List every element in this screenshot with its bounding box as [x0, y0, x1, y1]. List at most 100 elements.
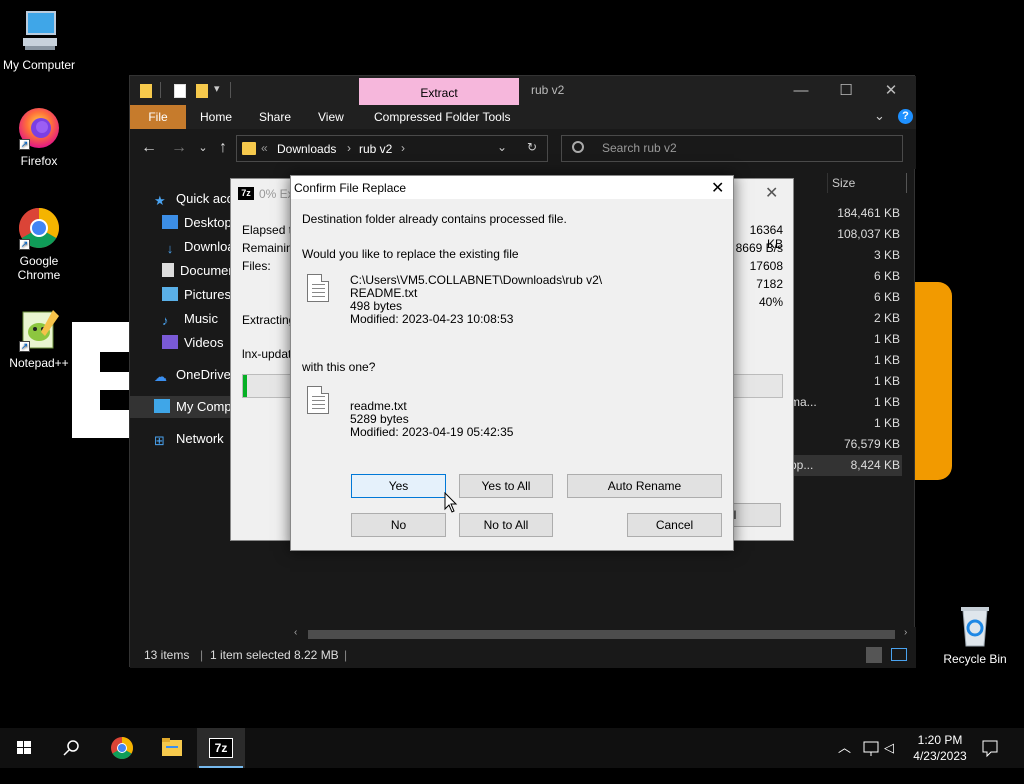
tab-view[interactable]: View	[308, 105, 354, 129]
column-header-label: Size	[832, 176, 856, 190]
existing-file-modified: Modified: 2023-04-23 10:08:53	[350, 312, 514, 326]
tab-share[interactable]: Share	[249, 105, 301, 129]
breadcrumb-downloads[interactable]: Downloads	[277, 142, 336, 156]
files-label: Files:	[242, 259, 271, 273]
dialog-close-button[interactable]: ✕	[711, 178, 724, 198]
desktop-icon-firefox[interactable]: ↗ Firefox	[1, 104, 77, 168]
incoming-file-modified: Modified: 2023-04-19 05:42:35	[350, 425, 514, 439]
new-folder-icon[interactable]	[196, 84, 208, 98]
folder-icon	[242, 142, 256, 155]
forward-button[interactable]: →	[168, 137, 190, 159]
refresh-icon[interactable]: ↻	[527, 140, 537, 154]
cancel-button[interactable]: Cancel	[627, 513, 722, 537]
taskbar: 7z ︿ ◁ 1:20 PM 4/23/2023	[0, 728, 1024, 768]
no-button[interactable]: No	[351, 513, 446, 537]
chrome-icon	[111, 737, 133, 759]
chrome-icon: ↗	[15, 204, 63, 252]
navigation-bar: ← → ⌄ ↑ « Downloads › rub v2 › ⌄ ↻ Searc…	[130, 129, 916, 169]
shortcut-arrow-icon: ↗	[19, 139, 30, 150]
start-button[interactable]	[0, 728, 48, 768]
folder-icon	[162, 738, 182, 756]
back-button[interactable]: ←	[138, 137, 160, 159]
breadcrumb-overflow-icon[interactable]: «	[261, 141, 268, 155]
taskbar-7zip[interactable]: 7z	[197, 728, 245, 768]
desktop-icon-my-computer[interactable]: My Computer	[1, 8, 77, 72]
network-icon[interactable]	[862, 728, 880, 768]
scroll-right-icon[interactable]: ›	[904, 627, 907, 638]
progress-close-button[interactable]: ✕	[765, 183, 778, 203]
clock[interactable]: 1:20 PM 4/23/2023	[906, 728, 974, 768]
address-bar[interactable]: « Downloads › rub v2 › ⌄ ↻	[236, 135, 548, 162]
minimize-button[interactable]: —	[778, 76, 824, 105]
address-dropdown-icon[interactable]: ⌄	[497, 140, 507, 154]
nav-label: Network	[176, 431, 224, 446]
window-title: rub v2	[531, 83, 565, 97]
button-label: l	[733, 508, 737, 522]
large-icons-view-icon[interactable]	[891, 648, 907, 661]
nav-label: Videos	[184, 335, 224, 350]
shortcut-arrow-icon: ↗	[19, 341, 30, 352]
desktop: My Computer ↗ Firefox ↗ Google Chrome ↗ …	[0, 0, 1024, 728]
clock-date: 4/23/2023	[913, 749, 967, 763]
desktop-icon-label: Firefox	[20, 154, 58, 168]
tab-extract-context[interactable]: Extract	[359, 78, 519, 105]
confirm-file-replace-dialog: Confirm File Replace ✕ Destination folde…	[290, 175, 734, 551]
notifications-icon[interactable]	[980, 728, 1004, 768]
tab-compressed-folder-tools[interactable]: Compressed Folder Tools	[364, 105, 521, 129]
volume-icon[interactable]: ◁	[884, 728, 894, 768]
explorer-titlebar[interactable]: ▾ Extract rub v2 — ☐ ✕	[130, 76, 916, 105]
file-size: 8,424 KB	[850, 458, 900, 472]
auto-rename-button[interactable]: Auto Rename	[567, 474, 722, 498]
file-size: 108,037 KB	[837, 227, 900, 241]
file-size: 1 KB	[873, 395, 900, 409]
details-view-icon[interactable]	[866, 647, 882, 663]
yes-to-all-button[interactable]: Yes to All	[459, 474, 553, 498]
status-item-count: 13 items	[144, 648, 190, 662]
status-selected: 1 item selected	[210, 648, 291, 662]
column-header-size[interactable]: Size	[827, 173, 907, 193]
desktop-icon-recycle-bin[interactable]: Recycle Bin	[937, 602, 1013, 666]
recent-locations-icon[interactable]: ⌄	[192, 137, 214, 159]
up-button[interactable]: ↑	[212, 137, 234, 159]
close-button[interactable]: ✕	[868, 76, 914, 105]
quick-access-dropdown-icon[interactable]: ▾	[214, 82, 220, 95]
no-to-all-button[interactable]: No to All	[459, 513, 553, 537]
taskbar-file-explorer[interactable]	[148, 728, 196, 768]
sevenzip-icon: 7z	[209, 738, 233, 758]
status-size: 8.22 MB	[294, 648, 339, 662]
file-size: 1 KB	[873, 416, 900, 430]
maximize-button[interactable]: ☐	[823, 76, 869, 105]
desktop-icon-label: My Computer	[2, 58, 76, 72]
compressed-value: 7182	[756, 277, 783, 291]
desktop-icon-label: Google Chrome	[17, 254, 61, 282]
existing-file-path: C:\Users\VM5.COLLABNET\Downloads\rub v2\	[350, 273, 603, 287]
yes-button[interactable]: Yes	[351, 474, 446, 498]
properties-icon[interactable]	[174, 84, 186, 98]
scroll-left-icon[interactable]: ‹	[294, 627, 297, 638]
desktop-icon-google-chrome[interactable]: ↗ Google Chrome	[1, 204, 77, 282]
incoming-file-name: readme.txt	[350, 399, 407, 413]
expand-ribbon-icon[interactable]: ⌄	[874, 108, 885, 124]
divider	[160, 82, 161, 98]
nav-label: Music	[184, 311, 218, 326]
dialog-titlebar[interactable]: Confirm File Replace ✕	[291, 176, 733, 199]
taskbar-search-button[interactable]	[48, 728, 96, 768]
file-size: 6 KB	[873, 269, 900, 283]
taskbar-chrome[interactable]	[98, 728, 146, 768]
breadcrumb-rub-v2[interactable]: rub v2	[359, 142, 392, 156]
tab-home[interactable]: Home	[190, 105, 242, 129]
ratio-value: 40%	[758, 295, 783, 309]
show-hidden-icons-icon[interactable]: ︿	[838, 728, 851, 768]
extracting-label: Extracting	[242, 313, 296, 327]
mouse-cursor-icon	[444, 491, 458, 517]
help-icon[interactable]: ?	[898, 109, 913, 124]
dialog-title: Confirm File Replace	[294, 181, 407, 195]
nav-label: Desktop	[184, 215, 232, 230]
firefox-icon: ↗	[15, 104, 63, 152]
existing-file-name: README.txt	[350, 286, 418, 300]
horizontal-scrollbar[interactable]: ‹ ›	[290, 627, 916, 642]
scrollbar-thumb[interactable]	[308, 630, 895, 639]
search-input[interactable]: Search rub v2	[561, 135, 903, 162]
tab-file[interactable]: File	[130, 105, 186, 129]
desktop-icon-notepadpp[interactable]: ↗ Notepad++	[1, 306, 77, 370]
